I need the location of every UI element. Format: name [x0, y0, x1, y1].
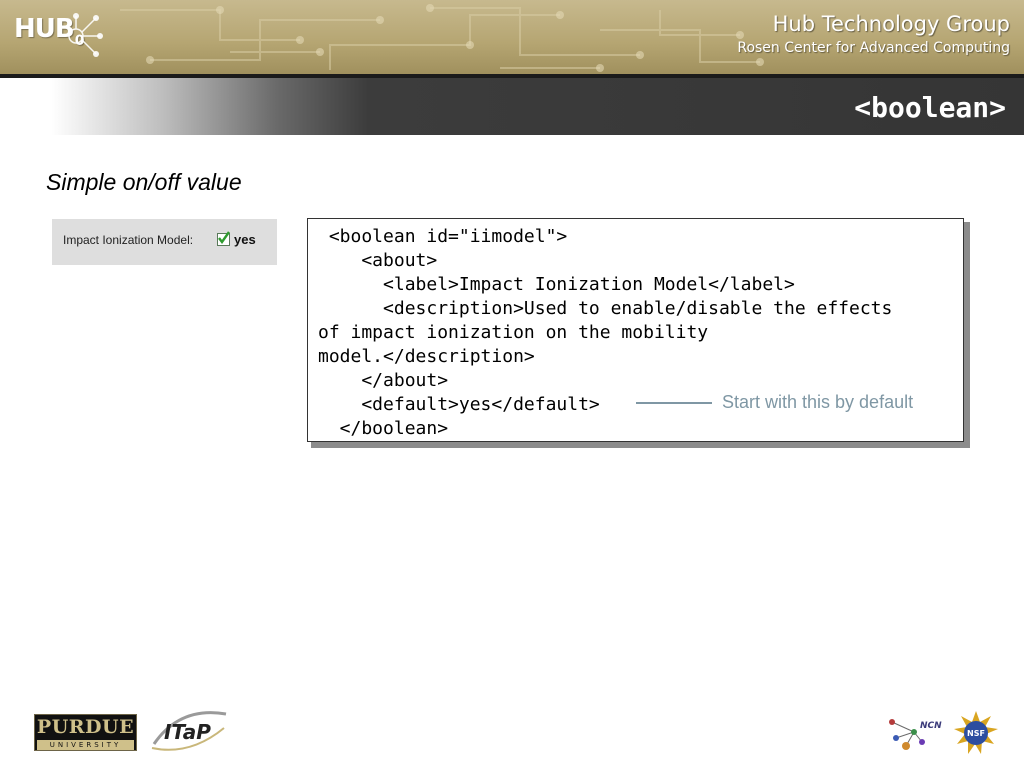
code-line: <default>yes</default>: [318, 394, 600, 415]
org-title: Hub Technology Group Rosen Center for Ad…: [737, 10, 1010, 58]
org-name: Hub Technology Group: [772, 12, 1010, 36]
preview-value: yes: [234, 232, 256, 247]
code-line: <boolean id="iimodel">: [318, 226, 568, 247]
boolean-preview-widget: Impact Ionization Model: yes: [52, 219, 277, 265]
code-line: of impact ionization on the mobility: [318, 322, 709, 343]
callout-connector-line: [636, 402, 712, 404]
purdue-logo-name: PURDUE: [36, 716, 135, 738]
nsf-logo[interactable]: NSF: [953, 710, 999, 756]
slide-subtitle: Simple on/off value: [46, 169, 242, 195]
code-line: </boolean>: [318, 418, 449, 439]
code-line: <label>Impact Ionization Model</label>: [318, 274, 795, 295]
org-unit: Rosen Center for Advanced Computing: [737, 40, 1010, 56]
purdue-logo-sub: UNIVERSITY: [37, 740, 134, 750]
preview-label: Impact Ionization Model:: [63, 233, 194, 247]
code-line: <about>: [318, 250, 438, 271]
header-banner: HUB0 Hub Technology Group Rosen Center f…: [0, 0, 1024, 76]
ncn-logo-text: NCN: [920, 721, 942, 731]
nsf-logo-text: NSF: [967, 729, 985, 738]
code-line: model.</description>: [318, 346, 535, 367]
checkmark-icon: [218, 231, 230, 244]
callout-text: Start with this by default: [722, 392, 914, 412]
itap-logo[interactable]: ITaP: [150, 708, 230, 754]
checkbox[interactable]: [217, 231, 230, 246]
itap-logo-text: ITaP: [164, 720, 211, 744]
slide-title: <boolean>: [854, 91, 1006, 124]
code-line: <description>Used to enable/disable the …: [318, 298, 893, 319]
hub-network-icon: [68, 13, 103, 57]
code-line: </about>: [318, 370, 449, 391]
purdue-logo[interactable]: PURDUE UNIVERSITY: [34, 714, 137, 751]
ncn-logo[interactable]: NCN: [886, 712, 950, 756]
